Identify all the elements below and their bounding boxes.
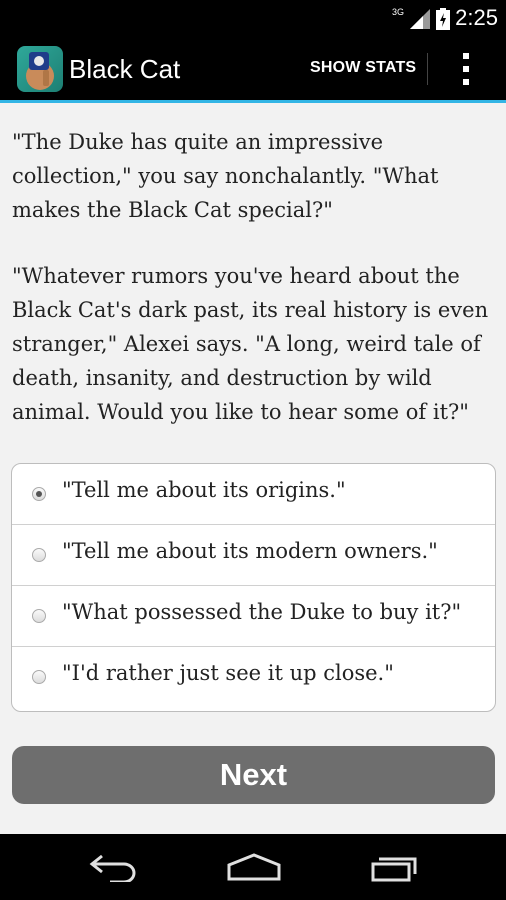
choice-option[interactable]: "Tell me about its modern owners." <box>12 525 495 586</box>
action-bar: Black Cat SHOW STATS <box>0 37 506 103</box>
battery-icon <box>436 8 450 30</box>
choice-option[interactable]: "What possessed the Duke to buy it?" <box>12 586 495 647</box>
next-button[interactable]: Next <box>12 746 495 804</box>
show-stats-button[interactable]: SHOW STATS <box>310 59 416 77</box>
signal-icon <box>410 9 430 29</box>
radio-button-selected[interactable] <box>32 487 46 501</box>
choice-label: "I'd rather just see it up close." <box>62 661 394 685</box>
recent-apps-icon[interactable] <box>370 848 420 886</box>
status-time: 2:25 <box>455 5 498 30</box>
story-paragraph: "The Duke has quite an impressive collec… <box>12 130 439 222</box>
choice-list: "Tell me about its origins." "Tell me ab… <box>11 463 496 712</box>
action-bar-divider <box>427 53 428 85</box>
status-icons: 3G <box>392 7 450 31</box>
radio-button[interactable] <box>32 548 46 562</box>
choice-label: "Tell me about its modern owners." <box>62 539 438 563</box>
choice-option[interactable]: "Tell me about its origins." <box>12 464 495 525</box>
app-title: Black Cat <box>69 54 181 84</box>
status-bar: 3G 2:25 <box>0 0 506 37</box>
app-icon[interactable] <box>17 46 63 92</box>
choice-option[interactable]: "I'd rather just see it up close." <box>12 647 495 708</box>
story-content: "The Duke has quite an impressive collec… <box>0 103 506 834</box>
choice-label: "What possessed the Duke to buy it?" <box>62 600 462 624</box>
story-paragraph: "Whatever rumors you've heard about the … <box>12 264 489 424</box>
overflow-menu-icon[interactable] <box>456 53 476 85</box>
navigation-bar <box>0 834 506 900</box>
network-type-label: 3G <box>391 7 404 17</box>
home-icon[interactable] <box>226 848 282 886</box>
choice-label: "Tell me about its origins." <box>62 478 346 502</box>
back-icon[interactable] <box>88 848 138 886</box>
radio-button[interactable] <box>32 609 46 623</box>
radio-button[interactable] <box>32 670 46 684</box>
